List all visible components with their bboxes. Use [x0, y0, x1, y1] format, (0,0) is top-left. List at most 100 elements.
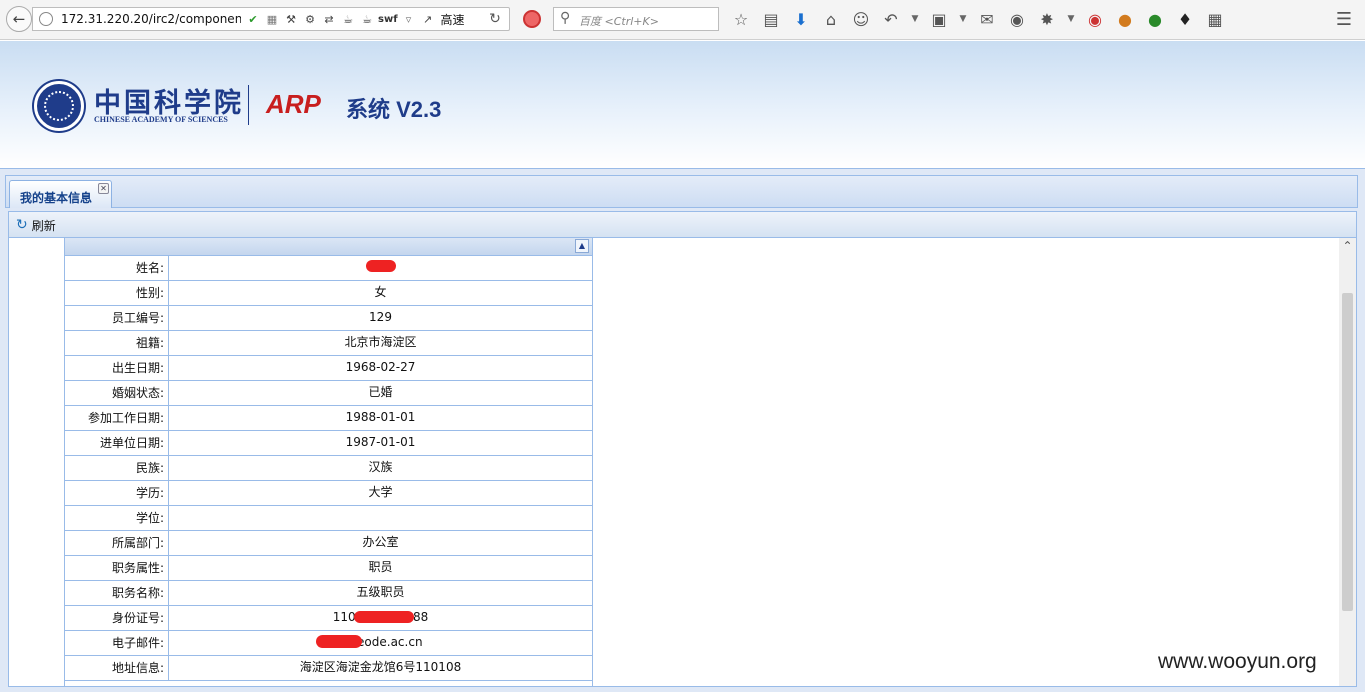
- cas-emblem-logo: [34, 81, 84, 131]
- speed-label[interactable]: 高速: [441, 11, 465, 28]
- field-value: 129: [369, 310, 392, 324]
- field-value: @ceode.ac.cn: [169, 631, 592, 655]
- chevron-down-icon[interactable]: ▼: [958, 8, 968, 30]
- table-row: 职务名称: 五级职员: [65, 581, 592, 606]
- redaction-mark: [354, 611, 414, 623]
- url-addon-icons: ✔ ▦ ⚒ ⚙ ⇄ ☕ ☕ swf ▿ ↗ 高速: [245, 11, 465, 28]
- page-header: 中国科学院 CHINESE ACADEMY OF SCIENCES ARP 系统…: [0, 41, 1365, 168]
- table-row: 所属部门: 办公室: [65, 531, 592, 556]
- qr-code-icon[interactable]: ▦: [264, 12, 280, 28]
- globe-icon: [39, 12, 53, 26]
- reload-icon[interactable]: ↻: [487, 11, 503, 27]
- browser-toolbar: ← 172.31.220.20/irc2/componen ✔ ▦ ⚒ ⚙ ⇄ …: [0, 0, 1365, 40]
- url-text[interactable]: 172.31.220.20/irc2/componen: [61, 12, 241, 26]
- field-label: 婚姻状态:: [65, 381, 169, 405]
- field-value: 办公室: [362, 535, 399, 549]
- field-label: 姓名:: [65, 256, 169, 280]
- scrollbar-thumb[interactable]: [1342, 293, 1353, 611]
- url-bar[interactable]: 172.31.220.20/irc2/componen ✔ ▦ ⚒ ⚙ ⇄ ☕ …: [32, 7, 510, 31]
- shield-check-icon[interactable]: ✔: [245, 12, 261, 28]
- reading-list-icon[interactable]: ▤: [760, 8, 782, 30]
- chevron-down-icon[interactable]: ▼: [1066, 8, 1076, 30]
- refresh-icon: ↻: [16, 217, 28, 233]
- tools-icon[interactable]: ⚒: [283, 12, 299, 28]
- search-input[interactable]: 百度 <Ctrl+K>: [579, 13, 659, 29]
- bug-icon[interactable]: ✸: [1036, 8, 1058, 30]
- bookmark-star-icon[interactable]: ☆: [730, 8, 752, 30]
- tab-label: 我的基本信息: [20, 191, 93, 205]
- table-row: 职务属性: 职员: [65, 556, 592, 581]
- table-row: 员工编号: 129: [65, 306, 592, 331]
- gear-icon[interactable]: ⚙: [302, 12, 318, 28]
- fox-icon[interactable]: ●: [1114, 8, 1136, 30]
- addon-icon[interactable]: ◉: [1084, 8, 1106, 30]
- field-label: 职务名称:: [65, 581, 169, 605]
- arrow-left-icon: ←: [12, 10, 26, 28]
- field-label: 祖籍:: [65, 331, 169, 355]
- arp-logo: ARP: [266, 89, 321, 119]
- chevron-down-icon[interactable]: ▿: [401, 12, 417, 28]
- field-value: 海淀区海淀金龙馆6号110108: [299, 660, 462, 674]
- browser-toolbar-icons: ☆ ▤ ⬇ ⌂ ☺ ↶ ▼ ▣ ▼ ✉ ◉ ✸ ▼ ◉ ● ● ♦ ▦: [730, 8, 1226, 30]
- field-label: 地址信息:: [65, 656, 169, 680]
- download-icon[interactable]: ⬇: [790, 8, 812, 30]
- refresh-button[interactable]: ↻ 刷新: [13, 215, 59, 235]
- block-icon[interactable]: [523, 10, 541, 28]
- menu-icon[interactable]: ☰: [1333, 9, 1355, 31]
- content-area: ▲ 姓名: 性别: 女 员工编号: 129 祖籍: 北京市海淀区 出生日期: 1…: [8, 237, 1357, 687]
- field-value: 已婚: [368, 385, 393, 399]
- java-icon[interactable]: ☕: [340, 12, 356, 28]
- table-row: 学历: 大学: [65, 481, 592, 506]
- search-icon: ⚲: [560, 10, 571, 26]
- field-value: 1988-01-01: [345, 410, 416, 424]
- field-value: [169, 506, 592, 530]
- undo-icon[interactable]: ↶: [880, 8, 902, 30]
- field-value: 110108 270088: [169, 606, 592, 630]
- collapse-icon[interactable]: ▲: [575, 239, 589, 253]
- crop-icon[interactable]: ▣: [928, 8, 950, 30]
- swf-label[interactable]: swf: [378, 14, 398, 25]
- field-label: 出生日期:: [65, 356, 169, 380]
- translate-icon[interactable]: ⇄: [321, 12, 337, 28]
- table-row: 进单位日期: 1987-01-01: [65, 431, 592, 456]
- close-icon[interactable]: ✕: [98, 183, 109, 194]
- field-value: 北京市海淀区: [344, 335, 417, 349]
- field-label: 参加工作日期:: [65, 406, 169, 430]
- table-row: 祖籍: 北京市海淀区: [65, 331, 592, 356]
- table-row: 参加工作日期: 1988-01-01: [65, 406, 592, 431]
- shield-dark-icon[interactable]: ♦: [1174, 8, 1196, 30]
- field-value: [169, 256, 592, 280]
- info-table: 姓名: 性别: 女 员工编号: 129 祖籍: 北京市海淀区 出生日期: 196…: [65, 256, 592, 681]
- watermark: www.wooyun.org: [1158, 650, 1317, 673]
- shield-icon[interactable]: ●: [1144, 8, 1166, 30]
- field-label: 员工编号:: [65, 306, 169, 330]
- emblem-ring: [44, 91, 74, 121]
- field-label: 职务属性:: [65, 556, 169, 580]
- field-label: 学位:: [65, 506, 169, 530]
- header-divider: [248, 85, 249, 125]
- field-label: 学历:: [65, 481, 169, 505]
- vertical-scrollbar[interactable]: ⌃: [1339, 238, 1356, 686]
- table-row: 身份证号: 110108 270088: [65, 606, 592, 631]
- chevron-up-icon[interactable]: ⌃: [1339, 238, 1356, 255]
- search-bar[interactable]: ⚲ 百度 <Ctrl+K>: [553, 7, 719, 31]
- chevron-down-icon[interactable]: ▼: [910, 8, 920, 30]
- redaction-mark: [316, 635, 362, 648]
- chat-icon[interactable]: ✉: [976, 8, 998, 30]
- back-button[interactable]: ←: [6, 6, 32, 32]
- field-value: 汉族: [368, 460, 393, 474]
- field-label: 民族:: [65, 456, 169, 480]
- java-icon[interactable]: ☕: [359, 12, 375, 28]
- panel-toolbar: ↻ 刷新: [8, 211, 1357, 238]
- user-icon[interactable]: ◉: [1006, 8, 1028, 30]
- grid-icon[interactable]: ▦: [1204, 8, 1226, 30]
- field-value: 1968-02-27: [345, 360, 416, 374]
- emoji-icon[interactable]: ☺: [850, 8, 872, 30]
- home-icon[interactable]: ⌂: [820, 8, 842, 30]
- speed-icon: ↗: [422, 13, 433, 26]
- panel-header: ▲: [65, 238, 592, 256]
- field-value: 五级职员: [356, 585, 405, 599]
- table-row: 出生日期: 1968-02-27: [65, 356, 592, 381]
- basic-info-panel: ▲ 姓名: 性别: 女 员工编号: 129 祖籍: 北京市海淀区 出生日期: 1…: [64, 238, 593, 686]
- tab-basic-info[interactable]: 我的基本信息 ✕: [9, 180, 112, 208]
